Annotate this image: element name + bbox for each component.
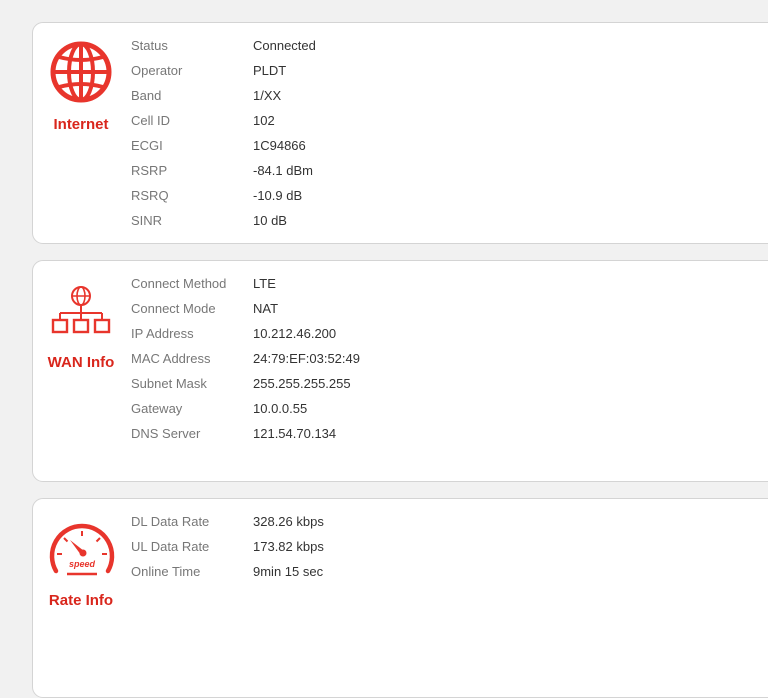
internet-title: Internet	[53, 116, 109, 133]
network-topology-icon	[48, 285, 114, 337]
rate-info-title: Rate Info	[48, 592, 114, 609]
info-value: 1/XX	[253, 88, 282, 103]
info-value: 173.82 kbps	[253, 539, 324, 554]
info-value: 24:79:EF:03:52:49	[253, 351, 360, 366]
wan-info-title: WAN Info	[47, 354, 115, 371]
info-label: Operator	[131, 63, 183, 78]
internet-card: Internet Status Connected Operator PLDT Ba…	[32, 22, 768, 244]
wan-icon-column: WAN Info	[33, 261, 129, 481]
info-label: Cell ID	[131, 113, 171, 128]
info-value: 255.255.255.255	[253, 376, 351, 391]
info-label: Connect Mode	[131, 301, 216, 316]
info-value: 1C94866	[253, 138, 306, 153]
gauge-label: speed	[69, 559, 96, 569]
info-value: 10.212.46.200	[253, 326, 337, 341]
info-value: 10 dB	[253, 213, 287, 228]
info-label: ECGI	[131, 138, 163, 153]
info-label: Online Time	[131, 564, 201, 579]
info-label: Subnet Mask	[131, 376, 207, 391]
rate-info-card: speed Rate Info DL Data Rate 328.26 kbps …	[32, 498, 768, 698]
info-label: Connect Method	[131, 276, 227, 291]
info-value: 328.26 kbps	[253, 514, 324, 529]
info-label: MAC Address	[131, 351, 211, 366]
info-label: Band	[131, 88, 162, 103]
info-label: DL Data Rate	[131, 514, 210, 529]
info-value: 9min 15 sec	[253, 564, 324, 579]
info-value: Connected	[253, 38, 316, 53]
internet-icon-column: Internet	[33, 23, 129, 243]
info-value: 102	[253, 113, 275, 128]
speedometer-icon: speed	[48, 521, 115, 579]
rate-icon-column: speed Rate Info	[33, 499, 129, 697]
info-label: RSRP	[131, 163, 168, 178]
info-value: NAT	[253, 301, 279, 316]
info-value: -84.1 dBm	[253, 163, 313, 178]
globe-icon	[48, 41, 114, 103]
info-label: IP Address	[131, 326, 194, 341]
info-label: UL Data Rate	[131, 539, 210, 554]
info-value: 121.54.70.134	[253, 426, 337, 441]
info-value: -10.9 dB	[253, 188, 303, 203]
info-label: DNS Server	[131, 426, 201, 441]
info-value: 10.0.0.55	[253, 401, 308, 416]
wan-info-card: WAN Info Connect Method LTE Connect Mode N…	[32, 260, 768, 482]
info-value: PLDT	[253, 63, 287, 78]
info-value: LTE	[253, 276, 276, 291]
info-label: SINR	[131, 213, 163, 228]
info-label: RSRQ	[131, 188, 169, 203]
info-label: Gateway	[131, 401, 183, 416]
info-label: Status	[131, 38, 168, 53]
